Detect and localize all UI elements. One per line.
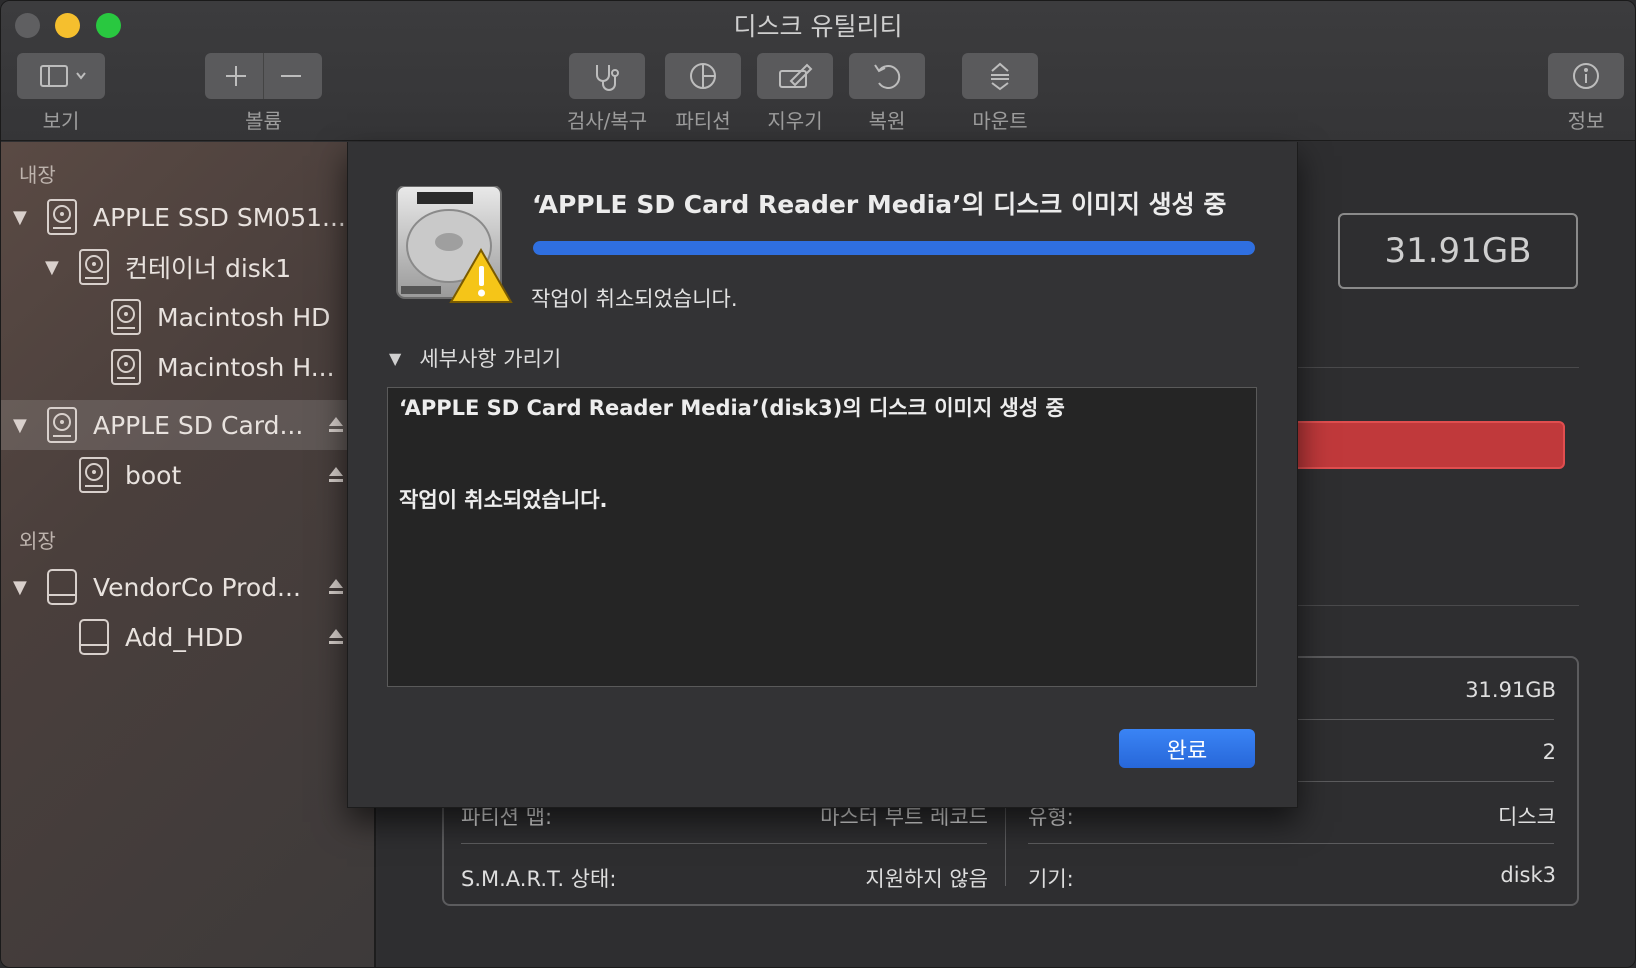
toolbar: 디스크 유틸리티 보기 볼륨 검사/복구 파티션 지우기 복원 마운트 정보 (1, 1, 1635, 141)
disclosure-triangle-icon[interactable]: ▼ (45, 257, 59, 278)
window-title: 디스크 유틸리티 (733, 12, 903, 41)
sidebar-item-apple-ssd[interactable]: ▼ APPLE SSD SM051... (1, 192, 374, 242)
volume-disk-icon (111, 349, 141, 385)
disclosure-triangle-icon[interactable]: ▼ (13, 577, 27, 598)
view-label: 보기 (42, 109, 80, 133)
erase-button[interactable] (757, 53, 833, 99)
sidebar-item-label: VendorCo Prod... (93, 572, 301, 602)
sidebar-section-external: 외장 (19, 529, 56, 553)
sidebar-item-macintosh-hd[interactable]: Macintosh HD (1, 292, 374, 342)
progress-fill (533, 241, 1255, 255)
mount-icon (991, 62, 1009, 91)
eject-icon[interactable] (328, 465, 344, 485)
divider (461, 843, 987, 844)
dialog-title: ‘APPLE SD Card Reader Media’의 디스크 이미지 생성… (532, 190, 1227, 219)
done-button[interactable]: 완료 (1119, 729, 1255, 768)
remove-volume-button[interactable] (264, 53, 322, 99)
smart-status-value: 지원하지 않음 (865, 867, 988, 891)
capacity-display: 31.91GB (1338, 213, 1578, 289)
divider (1291, 367, 1579, 368)
pie-partition-icon (690, 63, 716, 89)
sidebar-item-label: 컨테이너 disk1 (125, 254, 292, 283)
sidebar-item-label: boot (125, 460, 182, 490)
divider (1291, 605, 1579, 606)
add-volume-button[interactable] (205, 53, 263, 99)
eject-icon[interactable] (328, 415, 344, 435)
type-value: 디스크 (1498, 805, 1556, 829)
volume-label: 볼륨 (245, 109, 282, 133)
info-label: 정보 (1567, 109, 1605, 133)
device-value: disk3 (1500, 863, 1556, 887)
details-toggle[interactable]: ▼ 세부사항 가리기 (389, 343, 561, 373)
log-line: ‘APPLE SD Card Reader Media’(disk3)의 디스크… (399, 396, 1065, 420)
mount-label: 마운트 (972, 109, 1028, 133)
info-icon (1573, 63, 1599, 89)
disclosure-triangle-icon[interactable]: ▼ (13, 207, 27, 228)
sidebar-item-label: Add_HDD (125, 622, 244, 652)
external-drive-icon (79, 619, 109, 655)
sidebar-item-label: Macintosh HD (157, 302, 331, 332)
usage-bar (1291, 421, 1565, 469)
erase-label: 지우기 (767, 109, 823, 133)
restore-button[interactable] (849, 53, 925, 99)
log-line: 작업이 취소되었습니다. (399, 488, 608, 512)
sidebar-item-add-hdd[interactable]: Add_HDD (1, 612, 374, 662)
details-toggle-label: 세부사항 가리기 (419, 347, 562, 371)
capacity-value: 31.91GB (1465, 678, 1556, 702)
first-aid-button[interactable] (569, 53, 645, 99)
internal-disk-icon (47, 199, 77, 235)
external-drive-icon (47, 569, 77, 605)
sidebar-item-apple-sd-card[interactable]: ▼ APPLE SD Card... (1, 400, 374, 450)
info-button[interactable] (1548, 53, 1624, 99)
erase-disk-icon (779, 63, 813, 88)
restore-label: 복원 (868, 109, 906, 133)
hard-disk-warning-icon (396, 186, 513, 303)
restore-arrow-icon (874, 64, 901, 89)
details-log[interactable]: ‘APPLE SD Card Reader Media’(disk3)의 디스크… (387, 387, 1257, 687)
mount-button[interactable] (962, 53, 1038, 99)
sidebar-item-label: Macintosh H... (157, 352, 335, 382)
first-aid-label: 검사/복구 (566, 109, 648, 133)
eject-icon[interactable] (328, 577, 344, 597)
disclosure-triangle-icon[interactable]: ▼ (13, 415, 27, 436)
stethoscope-icon (596, 65, 619, 91)
partition-label: 파티션 (675, 109, 731, 133)
sidebar-item-container-disk1[interactable]: ▼ 컨테이너 disk1 (1, 242, 374, 292)
progress-bar (533, 241, 1255, 255)
sidebar-item-vendorco[interactable]: ▼ VendorCo Prod... (1, 562, 374, 612)
child-count-value: 2 (1542, 740, 1556, 764)
device-label: 기기: (1028, 867, 1074, 891)
dialog-status: 작업이 취소되었습니다. (531, 287, 738, 311)
disk-utility-window: 디스크 유틸리티 보기 볼륨 검사/복구 파티션 지우기 복원 마운트 정보 내… (0, 0, 1636, 968)
disclosure-triangle-icon[interactable]: ▼ (389, 349, 401, 368)
volume-disk-icon (111, 299, 141, 335)
sidebar-section-internal: 내장 (19, 163, 56, 187)
internal-disk-icon (47, 407, 77, 443)
sidebar-item-boot[interactable]: boot (1, 450, 374, 500)
view-button[interactable] (17, 53, 105, 99)
volume-disk-icon (79, 457, 109, 493)
sidebar-item-label: APPLE SD Card... (93, 410, 304, 440)
sidebar-view-icon (40, 65, 86, 87)
sidebar-item-label: APPLE SSD SM051... (93, 202, 346, 232)
partition-button[interactable] (665, 53, 741, 99)
smart-status-label: S.M.A.R.T. 상태: (461, 867, 617, 891)
container-disk-icon (79, 249, 109, 285)
eject-icon[interactable] (328, 627, 344, 647)
sidebar-item-macintosh-hd-data[interactable]: Macintosh H... (1, 342, 374, 392)
divider (1028, 843, 1554, 844)
